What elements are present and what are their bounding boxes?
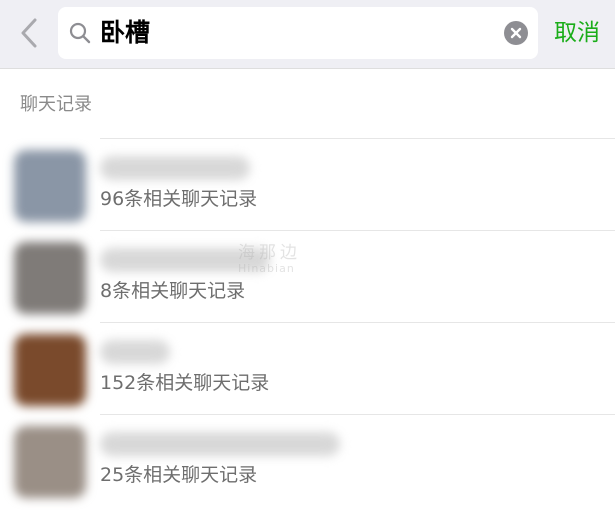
search-header: 卧槽 取消 — [0, 0, 615, 68]
row-divider — [100, 322, 615, 323]
contact-name-blurred — [100, 432, 340, 456]
back-button[interactable] — [14, 14, 44, 52]
clear-icon[interactable] — [504, 21, 528, 45]
row-divider — [100, 138, 615, 139]
watermark-text: 海那边 — [238, 243, 301, 263]
result-count: 8条相关聊天记录 — [100, 280, 246, 302]
result-count: 25条相关聊天记录 — [100, 464, 258, 486]
search-icon — [69, 22, 91, 44]
result-row[interactable]: 96条相关聊天记录 — [0, 138, 615, 230]
avatar — [14, 242, 86, 314]
watermark: 海那边 Hinabian — [232, 238, 382, 288]
search-query-text: 卧槽 — [100, 18, 151, 47]
contact-name-blurred — [100, 340, 170, 364]
contact-name-blurred — [100, 156, 250, 180]
result-count: 152条相关聊天记录 — [100, 372, 270, 394]
row-divider — [100, 230, 615, 231]
search-input[interactable]: 卧槽 — [58, 7, 538, 59]
chevron-left-icon — [21, 18, 37, 48]
avatar — [14, 426, 86, 498]
avatar — [14, 150, 86, 222]
watermark-subtext: Hinabian — [238, 262, 295, 275]
avatar — [14, 334, 86, 406]
result-count: 96条相关聊天记录 — [100, 188, 258, 210]
result-row[interactable]: 152条相关聊天记录 — [0, 322, 615, 414]
section-title-chat-records: 聊天记录 — [20, 94, 92, 115]
header-divider — [0, 68, 615, 69]
result-row[interactable]: 25条相关聊天记录 — [0, 414, 615, 506]
row-divider — [100, 414, 615, 415]
cancel-button[interactable]: 取消 — [554, 14, 600, 52]
